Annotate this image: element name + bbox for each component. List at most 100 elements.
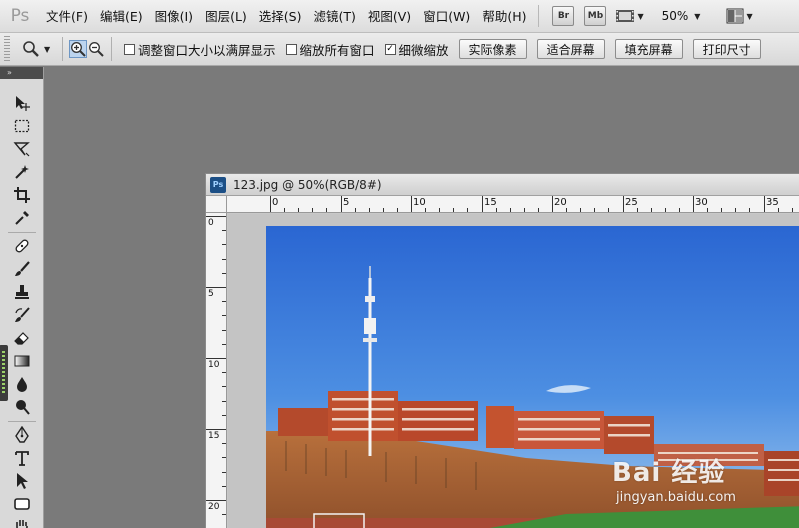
type-tool[interactable] bbox=[12, 448, 32, 468]
rectangular-marquee-icon bbox=[14, 119, 30, 133]
view-extras-button[interactable]: ▼ bbox=[615, 8, 644, 24]
ruler-tick bbox=[298, 208, 299, 212]
ruler-tick bbox=[552, 196, 553, 212]
menu-filter[interactable]: 滤镜(T) bbox=[307, 0, 361, 33]
ruler-tick bbox=[222, 301, 226, 302]
tool-preset-picker[interactable]: ▼ bbox=[22, 40, 56, 58]
zoom-in-button[interactable] bbox=[69, 40, 87, 58]
shape-tool[interactable] bbox=[12, 494, 32, 514]
menu-help[interactable]: 帮助(H) bbox=[476, 0, 532, 33]
scrubby-zoom-checkbox-box[interactable]: ✓ bbox=[384, 43, 396, 55]
eyedropper-tool[interactable] bbox=[12, 208, 32, 228]
path-selection-tool[interactable] bbox=[12, 471, 32, 491]
ruler-origin[interactable] bbox=[206, 196, 227, 213]
pen-tool[interactable] bbox=[12, 425, 32, 445]
water-drop-icon bbox=[17, 377, 27, 392]
building-tower bbox=[486, 406, 514, 448]
quick-selection-tool[interactable] bbox=[12, 162, 32, 182]
brush-tool[interactable] bbox=[12, 259, 32, 279]
zoom-all-windows-label: 缩放所有窗口 bbox=[299, 42, 375, 58]
panel-resize-grip[interactable] bbox=[0, 345, 8, 401]
ruler-tick bbox=[222, 472, 226, 473]
ruler-tick bbox=[222, 315, 226, 316]
options-separator bbox=[111, 37, 112, 61]
blur-tool[interactable] bbox=[12, 374, 32, 394]
dodge-tool[interactable] bbox=[12, 397, 32, 417]
scrubby-zoom-label: 细微缩放 bbox=[398, 42, 449, 58]
history-brush-tool[interactable] bbox=[12, 305, 32, 325]
horizontal-ruler[interactable]: 0 5 10 15 20 25 30 35 bbox=[227, 196, 799, 213]
crop-tool[interactable] bbox=[12, 185, 32, 205]
actual-pixels-button[interactable]: 实际像素 bbox=[458, 39, 527, 59]
chevron-down-icon: ▼ bbox=[637, 11, 644, 21]
ruler-tick bbox=[637, 208, 638, 212]
healing-brush-tool[interactable] bbox=[12, 236, 32, 256]
menu-edit[interactable]: 编辑(E) bbox=[94, 0, 149, 33]
scrubby-zoom-checkbox[interactable]: ✓ 细微缩放 bbox=[384, 40, 449, 59]
photoshop-document-icon: Ps bbox=[210, 176, 226, 193]
fit-screen-button[interactable]: 适合屏幕 bbox=[536, 39, 605, 59]
ruler-tick bbox=[580, 208, 581, 212]
ruler-tick bbox=[222, 514, 226, 515]
ruler-tick bbox=[439, 208, 440, 212]
document-tab[interactable]: Ps 123.jpg @ 50%(RGB/8#) bbox=[206, 174, 799, 196]
ruler-tick bbox=[222, 386, 226, 387]
path-selection-icon bbox=[17, 473, 28, 489]
vertical-ruler[interactable]: 0 5 10 15 20 bbox=[206, 213, 227, 528]
ruler-tick bbox=[764, 196, 765, 212]
menu-image[interactable]: 图像(I) bbox=[149, 0, 199, 33]
arrange-documents-button[interactable]: ▼ bbox=[726, 8, 753, 24]
fill-screen-button[interactable]: 填充屏幕 bbox=[614, 39, 683, 59]
zoom-level-select[interactable]: 50% ▼ bbox=[662, 9, 701, 23]
ruler-tick bbox=[270, 196, 271, 212]
ruler-label: 15 bbox=[484, 197, 497, 208]
menu-file[interactable]: 文件(F) bbox=[40, 0, 94, 33]
chevron-down-icon: ▼ bbox=[694, 11, 701, 21]
eraser-tool[interactable] bbox=[12, 328, 32, 348]
magic-wand-icon bbox=[15, 165, 29, 179]
ruler-tick bbox=[665, 208, 666, 212]
resize-windows-checkbox-box[interactable] bbox=[124, 43, 135, 55]
move-tool[interactable] bbox=[12, 93, 32, 113]
move-icon bbox=[16, 96, 30, 111]
ruler-label: 10 bbox=[413, 197, 426, 208]
menu-layer[interactable]: 图层(L) bbox=[199, 0, 253, 33]
chevron-down-icon: ▼ bbox=[746, 11, 753, 21]
dodge-icon bbox=[16, 400, 30, 415]
zoom-out-button[interactable] bbox=[87, 40, 105, 58]
ruler-tick bbox=[341, 196, 342, 212]
ruler-label: 20 bbox=[208, 502, 220, 512]
toolbox-collapse-header[interactable]: » bbox=[0, 67, 43, 79]
zoom-all-windows-checkbox-box[interactable] bbox=[285, 43, 297, 55]
hand-tool[interactable] bbox=[12, 516, 32, 528]
ruler-tick bbox=[284, 208, 285, 212]
ruler-tick bbox=[222, 443, 226, 444]
resize-windows-checkbox[interactable]: 调整窗口大小以满屏显示 bbox=[124, 40, 276, 59]
menu-select[interactable]: 选择(S) bbox=[253, 0, 308, 33]
ruler-tick bbox=[721, 208, 722, 212]
baidu-logo: Bai 经验 bbox=[612, 458, 726, 488]
bridge-button[interactable]: Br bbox=[552, 6, 575, 26]
zoom-all-windows-checkbox[interactable]: 缩放所有窗口 bbox=[285, 40, 375, 59]
mini-bridge-button[interactable]: Mb bbox=[584, 6, 607, 26]
filmstrip-icon bbox=[616, 10, 635, 22]
zoom-out-icon bbox=[89, 42, 104, 57]
ruler-label: 0 bbox=[208, 218, 214, 228]
ruler-tick bbox=[222, 259, 226, 260]
menu-view[interactable]: 视图(V) bbox=[362, 0, 417, 33]
gradient-tool[interactable] bbox=[12, 351, 32, 371]
ruler-label: 0 bbox=[272, 197, 279, 208]
ruler-tick bbox=[496, 208, 497, 212]
options-bar-grip[interactable] bbox=[4, 36, 10, 62]
print-size-button[interactable]: 打印尺寸 bbox=[692, 39, 761, 59]
ruler-label: 35 bbox=[766, 197, 779, 208]
menu-window[interactable]: 窗口(W) bbox=[417, 0, 476, 33]
ruler-tick bbox=[222, 230, 226, 231]
lasso-tool[interactable] bbox=[12, 139, 32, 159]
ruler-tick bbox=[312, 208, 313, 212]
ruler-tick bbox=[679, 208, 680, 212]
ruler-tick bbox=[608, 208, 609, 212]
ruler-label: 5 bbox=[208, 289, 214, 299]
clone-stamp-tool[interactable] bbox=[12, 282, 32, 302]
marquee-tool[interactable] bbox=[12, 116, 32, 136]
